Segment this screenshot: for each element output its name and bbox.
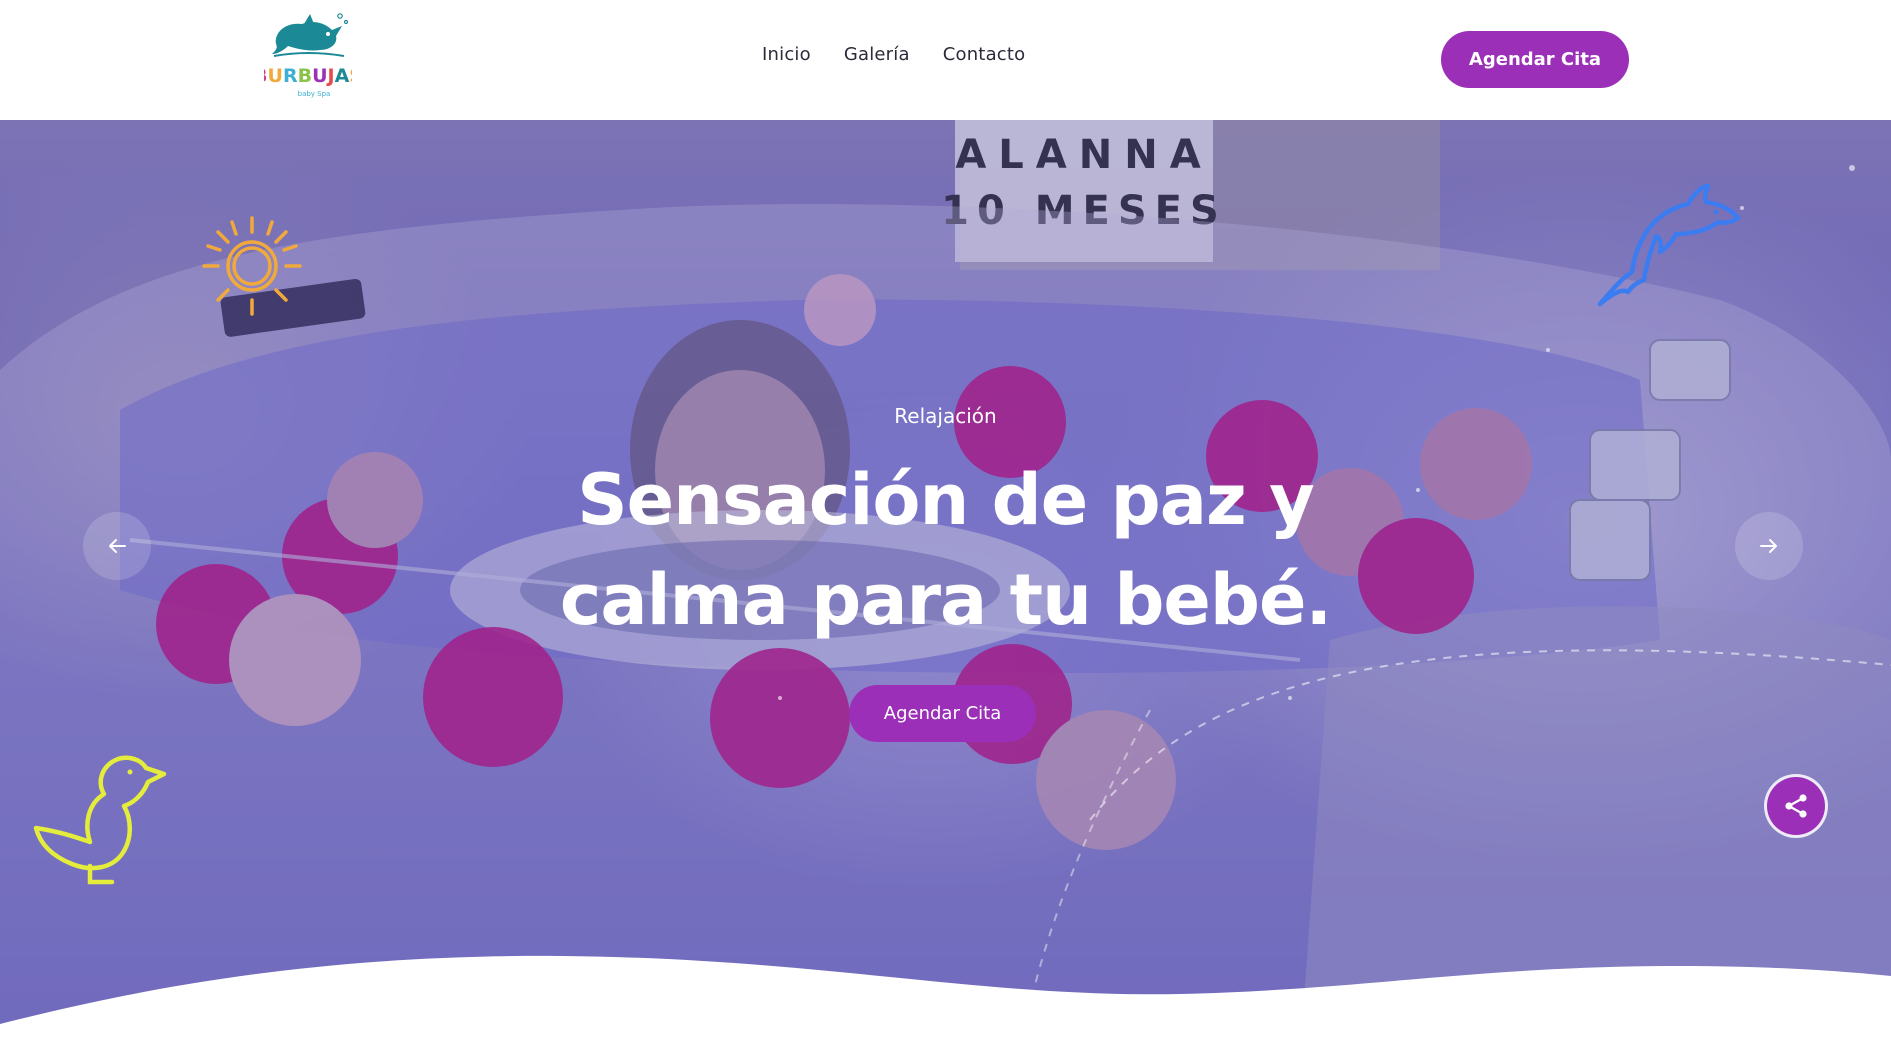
dolphin-logo-icon: BURBUJAS baby Spa xyxy=(264,13,352,98)
nav-item-inicio[interactable]: Inicio xyxy=(762,44,811,65)
svg-text:baby Spa: baby Spa xyxy=(298,90,331,98)
header-book-appointment-button[interactable]: Agendar Cita xyxy=(1441,31,1629,88)
arrow-left-icon xyxy=(109,539,126,553)
slider-prev-button[interactable] xyxy=(83,512,151,580)
svg-text:BURBUJAS: BURBUJAS xyxy=(264,65,352,87)
hero-headline: Sensación de paz y calma para tu bebé. xyxy=(0,450,1891,650)
bottom-wave-divider xyxy=(0,955,1891,1054)
hero-headline-line2: calma para tu bebé. xyxy=(559,559,1332,641)
hero-slider: ALANNA 10 MESES Relajación Sensación de … xyxy=(0,120,1891,1054)
share-button[interactable] xyxy=(1767,777,1825,835)
slider-next-button[interactable] xyxy=(1735,512,1803,580)
site-header: BURBUJAS baby Spa Inicio Galería Contact… xyxy=(0,0,1891,120)
nav-item-galeria[interactable]: Galería xyxy=(844,44,910,65)
hero-headline-line1: Sensación de paz y xyxy=(577,459,1314,541)
share-icon xyxy=(1785,794,1807,818)
hero-book-appointment-button[interactable]: Agendar Cita xyxy=(849,685,1036,742)
hero-content: Relajación Sensación de paz y calma para… xyxy=(0,120,1891,1054)
nav-item-contacto[interactable]: Contacto xyxy=(943,44,1026,65)
hero-eyebrow: Relajación xyxy=(894,404,997,428)
main-nav: Inicio Galería Contacto xyxy=(762,44,1025,65)
brand-logo[interactable]: BURBUJAS baby Spa xyxy=(264,10,352,110)
arrow-right-icon xyxy=(1760,539,1777,553)
